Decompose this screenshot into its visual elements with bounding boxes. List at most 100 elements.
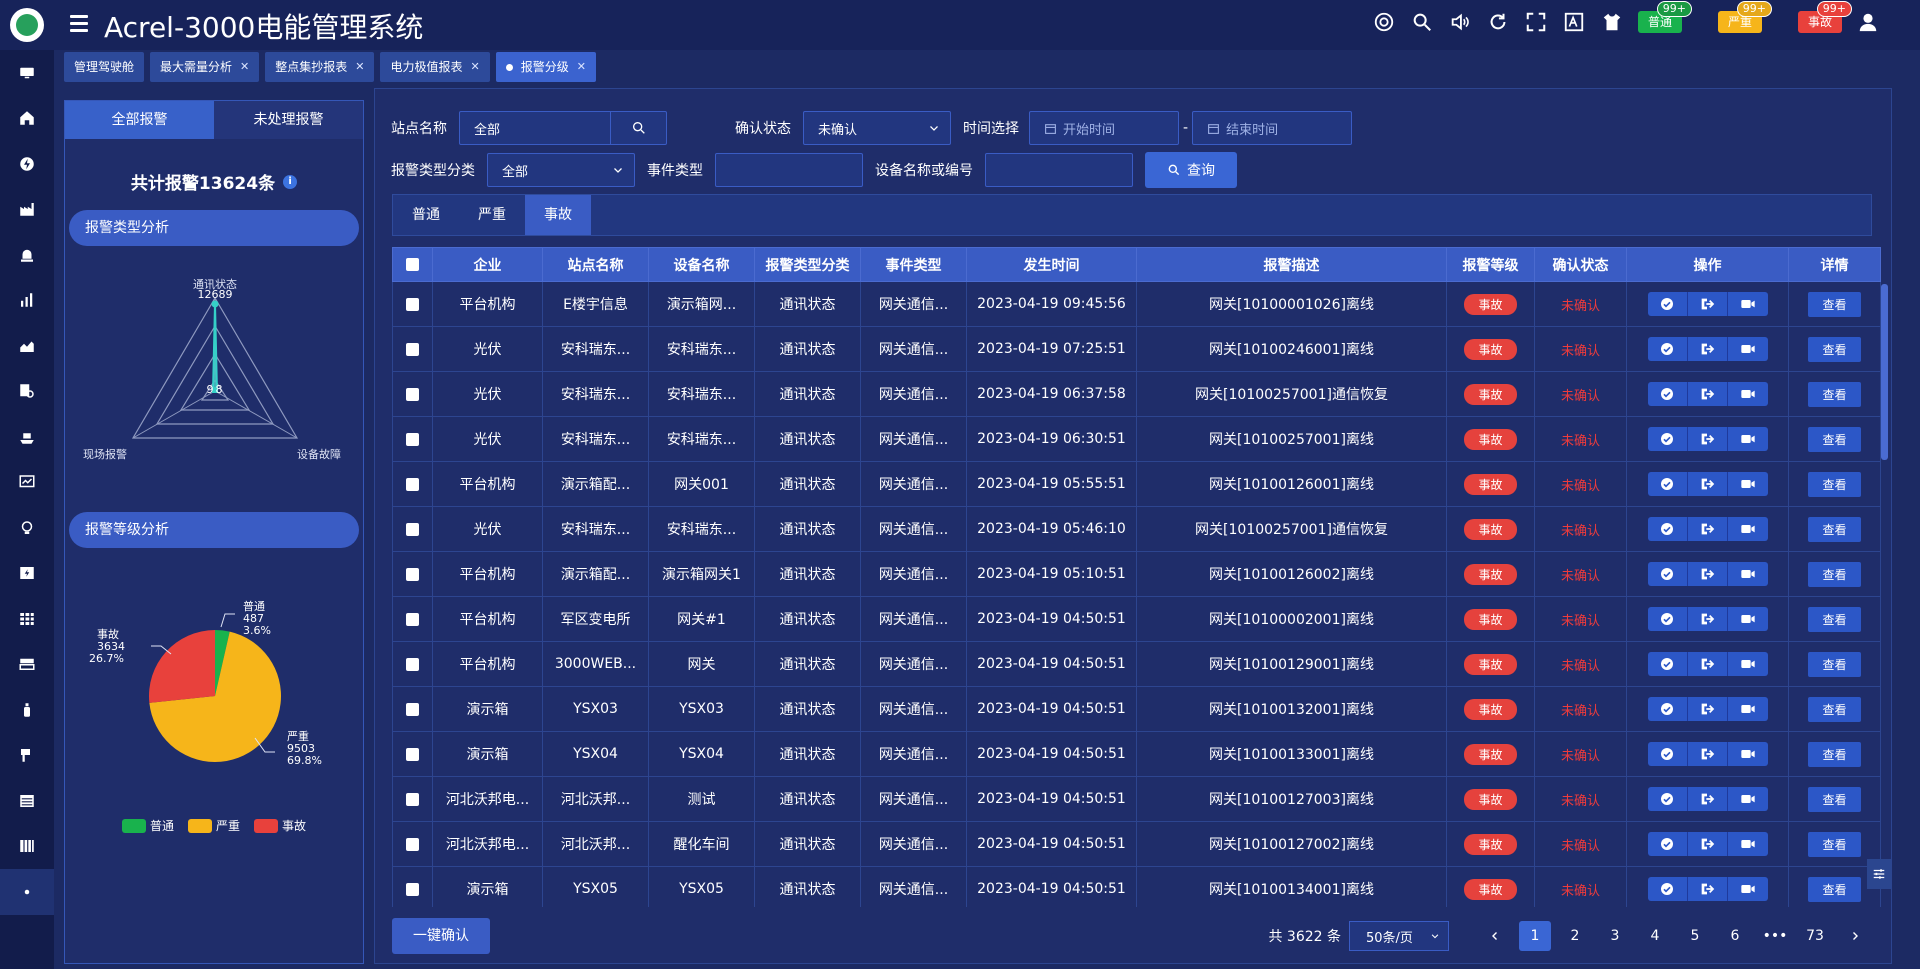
view-details-button[interactable]: 查看 (1808, 651, 1861, 677)
table-row[interactable]: 平台机构 军区变电所 网关#1 通讯状态 网关通信... 2023-04-19 04:50… (392, 596, 1881, 642)
row-select-cell[interactable] (392, 866, 433, 907)
row-select-cell[interactable] (392, 551, 433, 597)
level-tab-normal[interactable]: 普通 (393, 195, 459, 235)
table-row[interactable]: 演示箱 YSX05 YSX05 通讯状态 网关通信... 2023-04-19 04:50… (392, 866, 1881, 907)
page-1[interactable]: 1 (1519, 921, 1551, 951)
handle-exit-icon[interactable] (1688, 427, 1728, 451)
select-all-checkbox[interactable] (406, 258, 419, 271)
page-3[interactable]: 3 (1599, 921, 1631, 951)
nav-alarm-icon[interactable] (0, 232, 54, 278)
row-checkbox[interactable] (406, 387, 419, 401)
nav-energy-icon[interactable] (0, 141, 54, 187)
handle-exit-icon[interactable] (1688, 742, 1728, 766)
prev-page-icon[interactable] (1479, 921, 1511, 951)
table-row[interactable]: 演示箱 YSX04 YSX04 通讯状态 网关通信... 2023-04-19 04:50… (392, 731, 1881, 777)
alarm-type-select[interactable]: 全部 (487, 153, 635, 187)
tab-alarm-level[interactable]: 报警分级 ✕ (495, 52, 596, 82)
handle-exit-icon[interactable] (1688, 517, 1728, 541)
table-row[interactable]: 河北沃邦电... 河北沃邦... 醒化车间 通讯状态 网关通信... 2023-04-19… (392, 821, 1881, 867)
close-icon[interactable]: ✕ (577, 52, 586, 82)
help-icon[interactable] (1372, 10, 1396, 34)
row-checkbox[interactable] (406, 297, 419, 311)
fullscreen-icon[interactable] (1524, 10, 1548, 34)
table-row[interactable]: 平台机构 演示箱配... 网关001 通讯状态 网关通信... 2023-04-19 05… (392, 461, 1881, 507)
row-checkbox[interactable] (406, 342, 419, 356)
legend-normal[interactable]: 普通 (121, 817, 174, 834)
table-row[interactable]: 河北沃邦电... 河北沃邦... 测试 通讯状态 网关通信... 2023-04-19 0… (392, 776, 1881, 822)
handle-exit-icon[interactable] (1688, 697, 1728, 721)
nav-factory-icon[interactable] (0, 187, 54, 233)
video-camera-icon[interactable] (1728, 607, 1768, 631)
video-camera-icon[interactable] (1728, 742, 1768, 766)
table-row[interactable]: 光伏 安科瑞东... 安科瑞东... 通讯状态 网关通信... 2023-04-19 06… (392, 371, 1881, 417)
table-row[interactable]: 平台机构 演示箱配... 演示箱网关1 通讯状态 网关通信... 2023-04-19 0… (392, 551, 1881, 597)
row-checkbox[interactable] (406, 522, 419, 536)
nav-lightbulb-icon[interactable] (0, 505, 54, 551)
row-checkbox[interactable] (406, 657, 419, 671)
query-button[interactable]: 查询 (1145, 152, 1237, 188)
nav-meter-icon[interactable] (0, 551, 54, 597)
nav-camera-icon[interactable] (0, 733, 54, 779)
video-camera-icon[interactable] (1728, 427, 1768, 451)
confirm-check-icon[interactable] (1648, 877, 1688, 901)
nav-trend-icon[interactable] (0, 460, 54, 506)
row-select-cell[interactable] (392, 776, 433, 822)
video-camera-icon[interactable] (1728, 382, 1768, 406)
video-camera-icon[interactable] (1728, 832, 1768, 856)
search-icon[interactable] (610, 111, 666, 145)
info-icon[interactable]: i (283, 174, 298, 189)
table-row[interactable]: 演示箱 YSX03 YSX03 通讯状态 网关通信... 2023-04-19 04:50… (392, 686, 1881, 732)
nav-bar-chart-icon[interactable] (0, 278, 54, 324)
view-details-button[interactable]: 查看 (1808, 876, 1861, 902)
page-size-select[interactable]: 50条/页 (1349, 921, 1449, 951)
confirm-check-icon[interactable] (1648, 787, 1688, 811)
row-select-cell[interactable] (392, 326, 433, 372)
row-checkbox[interactable] (406, 747, 419, 761)
view-details-button[interactable]: 查看 (1808, 606, 1861, 632)
view-details-button[interactable]: 查看 (1808, 561, 1861, 587)
confirm-check-icon[interactable] (1648, 292, 1688, 316)
theme-icon[interactable] (1600, 10, 1624, 34)
nav-list-icon[interactable] (0, 778, 54, 824)
handle-exit-icon[interactable] (1688, 652, 1728, 676)
video-camera-icon[interactable] (1728, 337, 1768, 361)
handle-exit-icon[interactable] (1688, 292, 1728, 316)
menu-icon[interactable] (70, 15, 88, 33)
view-details-button[interactable]: 查看 (1808, 471, 1861, 497)
handle-exit-icon[interactable] (1688, 877, 1728, 901)
nav-monitor-icon[interactable] (0, 50, 54, 96)
table-scrollbar[interactable] (1881, 284, 1888, 460)
view-details-button[interactable]: 查看 (1808, 516, 1861, 542)
row-select-cell[interactable] (392, 641, 433, 687)
row-checkbox[interactable] (406, 432, 419, 446)
tab-all-alarms[interactable]: 全部报警 (65, 101, 214, 139)
level-tab-fault[interactable]: 事故 (525, 195, 591, 235)
row-select-cell[interactable] (392, 596, 433, 642)
row-select-cell[interactable] (392, 731, 433, 777)
pie-slice-fault[interactable] (149, 630, 215, 703)
badge-severe[interactable]: 严重 99+ (1717, 1, 1772, 33)
confirm-status-select[interactable]: 未确认 (803, 111, 951, 145)
badge-normal[interactable]: 普通 99+ (1637, 1, 1692, 33)
search-icon[interactable] (1410, 10, 1434, 34)
row-checkbox[interactable] (406, 567, 419, 581)
user-icon[interactable] (1856, 10, 1880, 34)
row-checkbox[interactable] (406, 837, 419, 851)
row-select-cell[interactable] (392, 281, 433, 327)
tab-unhandled-alarms[interactable]: 未处理报警 (214, 101, 363, 139)
view-details-button[interactable]: 查看 (1808, 696, 1861, 722)
row-select-cell[interactable] (392, 821, 433, 867)
start-time-input[interactable]: 开始时间 (1029, 111, 1179, 145)
tab-cockpit[interactable]: 管理驾驶舱 (64, 52, 145, 82)
table-row[interactable]: 平台机构 E楼宇信息 演示箱网... 通讯状态 网关通信... 2023-04-19 09… (392, 281, 1881, 327)
badge-fault[interactable]: 事故 99+ (1797, 1, 1852, 33)
column-settings-icon[interactable] (1867, 859, 1891, 889)
table-row[interactable]: 光伏 安科瑞东... 安科瑞东... 通讯状态 网关通信... 2023-04-19 07… (392, 326, 1881, 372)
nav-device-search-icon[interactable] (0, 369, 54, 415)
handle-exit-icon[interactable] (1688, 832, 1728, 856)
nav-grid-icon[interactable] (0, 596, 54, 642)
video-camera-icon[interactable] (1728, 652, 1768, 676)
video-camera-icon[interactable] (1728, 472, 1768, 496)
language-icon[interactable] (1562, 10, 1586, 34)
view-details-button[interactable]: 查看 (1808, 291, 1861, 317)
